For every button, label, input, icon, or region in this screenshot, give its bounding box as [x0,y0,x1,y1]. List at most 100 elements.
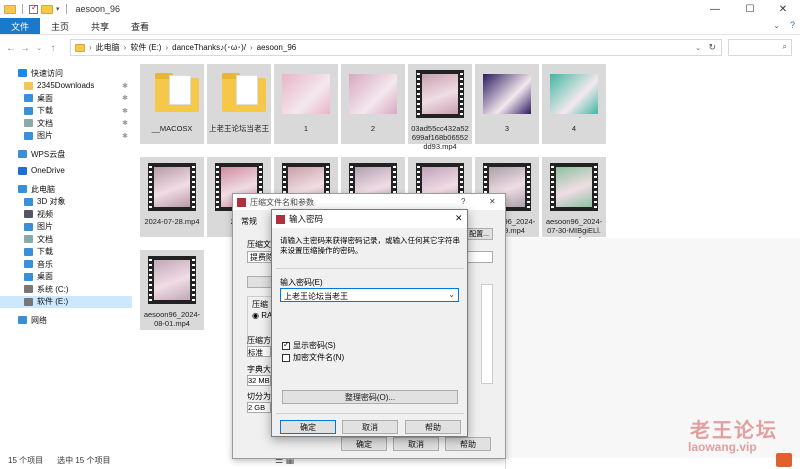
password-input[interactable]: 上老王论坛当老王 ⌄ [280,288,459,302]
file-item[interactable]: 3 [475,64,539,144]
pin-icon[interactable]: ✱ [122,119,128,127]
navigation-bar: ← → ⌄ ↑ › 此电脑 › 软件 (E:) › danceThanks♪(･… [0,37,800,59]
folder-icon [4,4,16,14]
password-cancel-button[interactable]: 取消 [342,420,398,434]
cancel-button[interactable]: 取消 [393,437,439,451]
sidebar-item[interactable]: 下载 ✱ [0,105,132,118]
file-item[interactable]: 上老王论坛当老王 [207,64,271,144]
sidebar-item[interactable]: 下载 [0,246,132,259]
minimize-button[interactable]: — [700,0,730,18]
sidebar-item[interactable]: 图片 ✱ [0,130,132,143]
file-item[interactable]: 2 [341,64,405,144]
close-button[interactable]: ✕ [768,0,798,18]
sidebar-item[interactable]: 图片 [0,221,132,234]
password-dialog: 输入密码 ✕ 请输入主密码来获得密码记录，或输入任何其它字符串来设置压缩操作的密… [271,209,468,437]
drive-icon [24,297,33,306]
dictionary-size-select[interactable]: 32 MB [247,375,271,386]
sidebar-item-label: 桌面 [37,272,53,282]
archive-name-label: 压缩文 [247,240,271,249]
star-icon [18,69,27,78]
sidebar-item[interactable]: 文档 [0,233,132,246]
app-icon [776,453,792,467]
tab-share[interactable]: 共享 [80,18,120,34]
compression-method-label: 压缩方 [247,336,271,345]
sidebar-item[interactable]: WPS云盘 [0,148,132,161]
search-icon: ⌕ [782,42,787,51]
refresh-icon[interactable]: ↻ [708,42,716,53]
back-icon[interactable]: ← [4,43,18,54]
show-password-checkbox[interactable]: 显示密码(S) [282,340,336,351]
file-item[interactable]: 03ad55cc432a52699af168b06552dd93.mp4 [408,64,472,151]
sidebar-item[interactable]: 文档 ✱ [0,117,132,130]
file-item[interactable]: __MACOSX [140,64,204,144]
help-icon[interactable]: ? [461,197,465,206]
forward-icon[interactable]: → [18,43,32,54]
file-name: 03ad55cc432a52699af168b06552dd93.mp4 [411,124,469,151]
file-name: __MACOSX [151,124,193,133]
chevron-down-icon[interactable]: ⌄ [448,290,455,299]
tab-file[interactable]: 文件 [0,18,41,34]
address-bar[interactable]: › 此电脑 › 软件 (E:) › danceThanks♪(･ω･)/ › a… [70,39,722,56]
3d-objects-icon [24,197,33,206]
sidebar-item[interactable]: 快速访问 [0,67,132,80]
dictionary-size-label: 字典大 [247,365,271,374]
organize-passwords-button[interactable]: 整理密码(O)... [282,390,458,404]
sidebar-item-label: 下载 [37,106,53,116]
video-thumbnail [148,163,196,211]
breadcrumb-dance-thanks[interactable]: danceThanks♪(･ω･)/ [172,42,246,53]
password-ok-button[interactable]: 确定 [280,420,336,434]
split-volume-select[interactable]: 2 GB [247,402,271,413]
pin-icon[interactable]: ✱ [122,82,128,90]
sidebar-item[interactable]: 桌面 ✱ [0,92,132,105]
encrypt-filenames-checkbox[interactable]: 加密文件名(N) [282,352,344,363]
sidebar-item[interactable]: 桌面 [0,271,132,284]
tab-home[interactable]: 主页 [40,18,80,34]
search-input[interactable]: ⌕ [728,39,792,56]
address-dropdown-icon[interactable]: ⌄ [695,44,701,52]
sidebar-item[interactable]: 音乐 [0,258,132,271]
close-icon[interactable]: ✕ [489,197,496,206]
new-folder-icon[interactable] [41,4,53,14]
breadcrumb-drive-e[interactable]: 软件 (E:) [130,42,161,53]
expand-ribbon-icon[interactable]: ⌄ [773,21,780,30]
file-item[interactable]: aesoon96_2024-08-01.mp4 [140,250,204,330]
pin-icon[interactable]: ✱ [122,94,128,102]
help-button[interactable]: 帮助 [445,437,491,451]
sidebar-item[interactable]: 视频 [0,208,132,221]
pictures-icon [24,222,33,231]
tab-general[interactable]: 常规 [241,216,257,227]
radio-rar[interactable]: ◉ RA [252,311,272,320]
customize-toolbar-icon[interactable]: ▾ [56,5,60,13]
file-item[interactable]: 4 [542,64,606,144]
sidebar-item[interactable]: 软件 (E:) [0,295,132,308]
network-icon [18,316,27,325]
pin-icon[interactable]: ✱ [122,107,128,115]
sidebar-item[interactable]: 系统 (C:) [0,283,132,296]
properties-icon[interactable] [29,3,38,14]
breadcrumb-aesoon[interactable]: aesoon_96 [257,43,297,52]
file-item[interactable]: 1 [274,64,338,144]
recent-locations-icon[interactable]: ⌄ [32,44,46,52]
file-item[interactable]: 2024-07-28.mp4 [140,157,204,237]
help-icon[interactable]: ? [790,20,795,30]
compression-method-select[interactable]: 标准 [247,346,271,357]
folder-icon [24,81,33,90]
up-icon[interactable]: ↑ [46,43,60,54]
sidebar-item-label: OneDrive [31,166,65,176]
download-icon [24,247,33,256]
sidebar-item[interactable]: 2345Downloads ✱ [0,80,132,93]
winrar-icon [237,197,246,207]
file-item[interactable]: aesoon96_2024-07-30-MIBgiELl.mp4 [542,157,606,244]
ok-button[interactable]: 确定 [341,437,387,451]
sidebar-item-label: 图片 [37,131,53,141]
pin-icon[interactable]: ✱ [122,132,128,140]
password-help-button[interactable]: 帮助 [405,420,461,434]
close-icon[interactable]: ✕ [455,213,463,224]
sidebar-item[interactable]: 此电脑 [0,183,132,196]
maximize-button[interactable]: ☐ [735,0,765,18]
sidebar-item[interactable]: 网络 [0,314,132,327]
breadcrumb-this-pc[interactable]: 此电脑 [96,42,120,53]
sidebar-item[interactable]: OneDrive [0,165,132,178]
sidebar-item[interactable]: 3D 对象 [0,196,132,209]
tab-view[interactable]: 查看 [120,18,160,34]
